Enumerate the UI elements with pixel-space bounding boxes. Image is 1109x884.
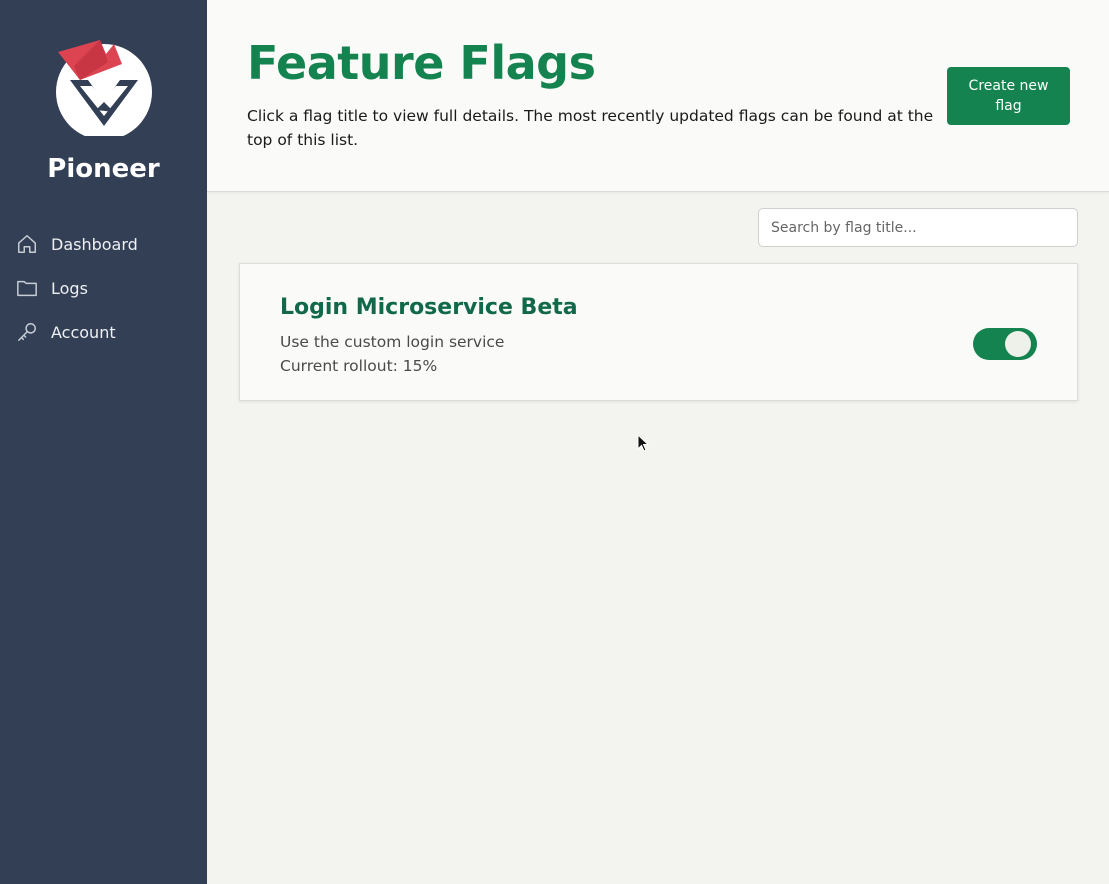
sidebar-item-label: Dashboard [51, 234, 138, 254]
logo-icon [56, 40, 152, 140]
flag-rollout: Current rollout: 15% [280, 357, 438, 375]
page-description: Click a flag title to view full details.… [247, 107, 934, 149]
page-title: Feature Flags [247, 36, 596, 90]
brand-name: Pioneer [47, 154, 160, 184]
flag-title-link[interactable]: Login Microservice Beta [280, 295, 578, 320]
flag-details: Use the custom login service Current rol… [280, 330, 504, 378]
flag-toggle[interactable] [973, 328, 1037, 360]
page-header: Feature Flags Click a flag title to view… [207, 0, 1109, 192]
sidebar-item-account[interactable]: Account [0, 310, 207, 354]
mouse-cursor-icon [637, 434, 649, 452]
flag-description: Use the custom login service [280, 333, 505, 351]
toggle-knob [1005, 331, 1031, 357]
flag-card: Login Microservice Beta Use the custom l… [239, 263, 1078, 401]
sidebar: Pioneer Dashboard Logs Account [0, 0, 207, 884]
folder-icon [16, 277, 38, 299]
home-icon [16, 233, 38, 255]
create-new-flag-button[interactable]: Create new flag [947, 67, 1070, 125]
sidebar-item-label: Account [51, 322, 116, 342]
key-icon [16, 321, 38, 343]
sidebar-item-dashboard[interactable]: Dashboard [0, 222, 207, 266]
sidebar-nav: Dashboard Logs Account [0, 222, 207, 354]
pioneer-logo[interactable] [50, 36, 158, 140]
sidebar-item-logs[interactable]: Logs [0, 266, 207, 310]
search-input[interactable] [758, 208, 1078, 247]
sidebar-item-label: Logs [51, 278, 88, 298]
